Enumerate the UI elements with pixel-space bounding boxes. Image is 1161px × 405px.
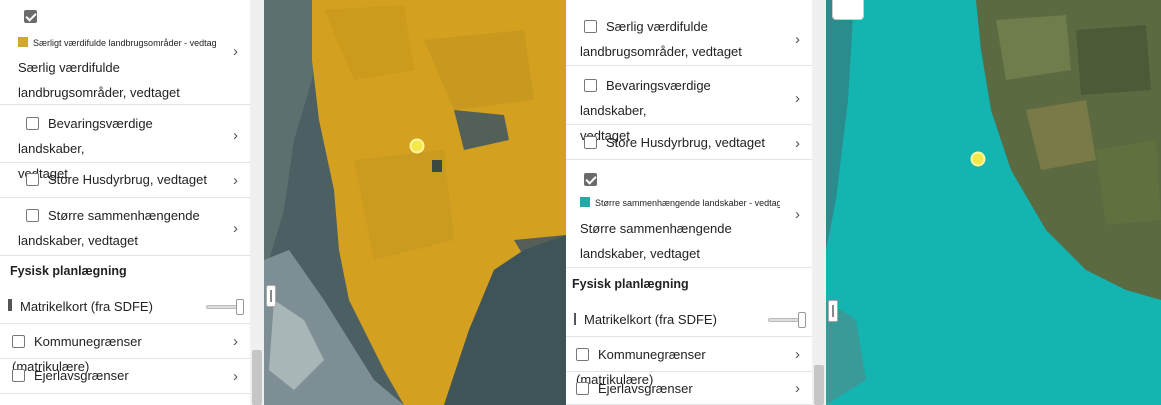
marker-icon[interactable] — [970, 151, 986, 167]
chevron-right-icon[interactable]: › — [233, 128, 238, 144]
left-scrollbar[interactable] — [250, 0, 264, 405]
right-layer-panel: Særlig værdifulde landbrugsområder, vedt… — [566, 0, 812, 405]
map-control-button[interactable] — [832, 0, 864, 20]
drag-handle-icon[interactable] — [8, 299, 12, 311]
checkbox[interactable] — [584, 20, 597, 33]
map-view-left[interactable] — [264, 0, 566, 405]
chevron-right-icon[interactable]: › — [233, 44, 238, 60]
check-icon[interactable] — [24, 10, 37, 23]
chevron-right-icon[interactable]: › — [795, 347, 800, 363]
layer-legend: Større sammenhængende landskaber - vedta… — [580, 197, 780, 209]
layer-row-stoerre-active[interactable]: Større sammenhængende landskaber - vedta… — [566, 161, 812, 268]
checkbox[interactable] — [584, 79, 597, 92]
layer-row-stoerre[interactable]: Større sammenhængende landskaber, vedtag… — [0, 199, 250, 256]
checkbox[interactable] — [12, 335, 25, 348]
split-handle-icon[interactable] — [828, 300, 838, 322]
layer-name: Større sammenhængende landskaber, vedtag… — [580, 221, 732, 261]
split-handle-icon[interactable] — [266, 285, 276, 307]
check-icon[interactable] — [584, 173, 597, 186]
chevron-right-icon[interactable]: › — [795, 32, 800, 48]
right-scrollbar[interactable] — [812, 0, 826, 405]
layer-name: Særlig værdifulde landbrugsområder, vedt… — [18, 60, 180, 100]
layer-row-kommune[interactable]: Kommunegrænser (matrikulære) › — [0, 325, 250, 374]
layer-row-husdyr[interactable]: Store Husdyrbrug, vedtaget › — [0, 164, 250, 198]
chevron-right-icon[interactable]: › — [233, 173, 238, 189]
scroll-thumb[interactable] — [252, 350, 262, 405]
map-view-right[interactable] — [826, 0, 1161, 405]
scroll-thumb[interactable] — [814, 365, 824, 405]
checkbox[interactable] — [12, 369, 25, 382]
layer-row-ejerlav[interactable]: Ejerlavsgrænser › — [0, 360, 250, 394]
chevron-right-icon[interactable]: › — [795, 91, 800, 107]
layer-row-matrikel[interactable]: Matrikelkort (fra SDFE) — [566, 303, 812, 337]
chevron-right-icon[interactable]: › — [795, 136, 800, 152]
layer-row-saerlig[interactable]: Særlig værdifulde landbrugsområder, vedt… — [566, 8, 812, 66]
layer-row-husdyr[interactable]: Store Husdyrbrug, vedtaget › — [566, 126, 812, 160]
layer-row-ejerlav[interactable]: Ejerlavsgrænser › — [566, 373, 812, 405]
checkbox[interactable] — [576, 382, 589, 395]
map-canvas[interactable] — [264, 0, 566, 405]
drag-handle-icon[interactable] — [574, 313, 576, 325]
legend-swatch — [18, 37, 28, 47]
map-canvas[interactable] — [826, 0, 1161, 405]
chevron-right-icon[interactable]: › — [795, 381, 800, 397]
chevron-right-icon[interactable]: › — [233, 221, 238, 237]
checkbox[interactable] — [26, 117, 39, 130]
marker-icon[interactable] — [409, 138, 425, 154]
checkbox[interactable] — [584, 136, 597, 149]
opacity-slider[interactable] — [206, 299, 244, 315]
layer-row-kommune[interactable]: Kommunegrænser (matrikulære) › — [566, 338, 812, 387]
left-layer-panel: Særligt værdifulde landbrugsområder - ve… — [0, 0, 250, 405]
checkbox[interactable] — [26, 173, 39, 186]
chevron-right-icon[interactable]: › — [795, 207, 800, 223]
section-title: Fysisk planlægning — [572, 277, 689, 291]
checkbox[interactable] — [26, 209, 39, 222]
layer-row-bevaring[interactable]: Bevaringsværdige landskaber, vedtaget › — [0, 106, 250, 181]
opacity-slider[interactable] — [768, 312, 806, 328]
layer-row-bevaring[interactable]: Bevaringsværdige landskaber, vedtaget › — [566, 67, 812, 143]
legend-swatch — [580, 197, 590, 207]
chevron-right-icon[interactable]: › — [233, 334, 238, 350]
checkbox[interactable] — [576, 348, 589, 361]
chevron-right-icon[interactable]: › — [233, 369, 238, 385]
layer-row-saerlig-active[interactable]: Særligt værdifulde landbrugsområder - ve… — [0, 0, 250, 105]
layer-legend: Særligt værdifulde landbrugsområder - ve… — [18, 37, 216, 49]
section-title: Fysisk planlægning — [10, 264, 127, 278]
layer-row-matrikel[interactable]: Matrikelkort (fra SDFE) — [0, 290, 250, 324]
